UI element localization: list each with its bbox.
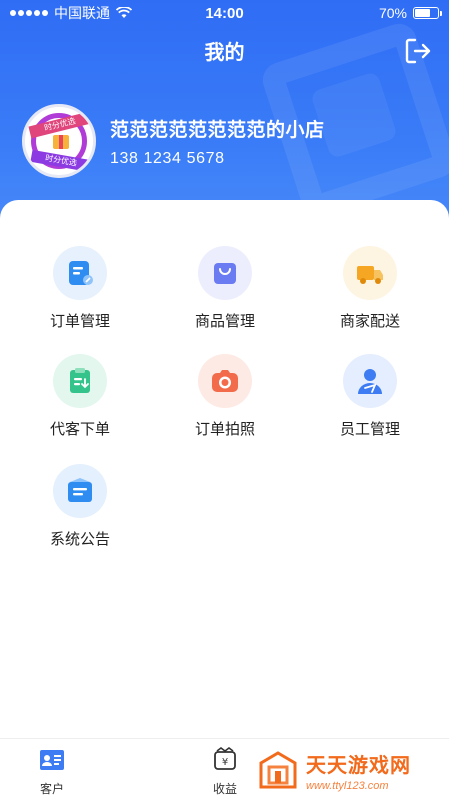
page-title: 我的 bbox=[204, 42, 245, 64]
menu-card: 订单管理 商品管理 商家配送 代客下单 订单拍照 员工管理 系统公告 bbox=[0, 200, 449, 740]
menu-label: 商品管理 bbox=[194, 313, 255, 330]
menu-item-orders[interactable]: 订单管理 bbox=[5, 246, 155, 331]
income-icon: ¥ bbox=[214, 747, 236, 770]
svg-text:¥: ¥ bbox=[222, 757, 228, 768]
clipboard-icon bbox=[53, 354, 107, 408]
menu-item-proxy-order[interactable]: 代客下单 bbox=[5, 354, 155, 439]
announcement-icon bbox=[53, 464, 107, 518]
battery-percent: 70% bbox=[378, 5, 407, 21]
wifi-icon bbox=[116, 7, 132, 18]
menu-label: 代客下单 bbox=[49, 421, 110, 438]
shop-name: 范范范范范范范范的小店 bbox=[110, 119, 325, 141]
menu-label: 订单拍照 bbox=[194, 421, 255, 438]
watermark-title: 天天游戏网 bbox=[306, 754, 411, 777]
bag-icon bbox=[198, 246, 252, 300]
battery-icon bbox=[413, 7, 442, 19]
order-icon bbox=[53, 246, 107, 300]
profile-section[interactable]: 时分优选 时分优选 范范范范范范范范的小店 138 1234 5678 bbox=[22, 104, 325, 178]
signal-icon bbox=[10, 10, 48, 16]
customer-icon bbox=[40, 750, 64, 770]
menu-label: 商家配送 bbox=[339, 313, 400, 330]
camera-icon bbox=[198, 354, 252, 408]
gift-icon bbox=[53, 135, 69, 149]
watermark: 天天游戏网 www.ttyl123.com bbox=[244, 740, 449, 800]
tab-label: 客户 bbox=[39, 782, 64, 796]
avatar[interactable]: 时分优选 时分优选 bbox=[22, 104, 96, 178]
status-bar: 中国联通 14:00 70% bbox=[0, 0, 449, 26]
truck-icon bbox=[343, 246, 397, 300]
menu-item-photo[interactable]: 订单拍照 bbox=[150, 354, 300, 439]
menu-label: 订单管理 bbox=[49, 313, 110, 330]
watermark-url: www.ttyl123.com bbox=[306, 779, 389, 792]
carrier-label: 中国联通 bbox=[54, 5, 110, 21]
menu-item-delivery[interactable]: 商家配送 bbox=[295, 246, 445, 331]
tab-customer[interactable]: 客户 bbox=[2, 739, 102, 800]
logout-button[interactable] bbox=[403, 36, 433, 66]
menu-item-announcement[interactable]: 系统公告 bbox=[5, 464, 155, 549]
watermark-logo-icon bbox=[258, 750, 298, 790]
staff-icon bbox=[343, 354, 397, 408]
logout-icon bbox=[405, 38, 431, 64]
phone-number: 138 1234 5678 bbox=[110, 149, 225, 167]
menu-label: 系统公告 bbox=[49, 531, 110, 548]
menu-label: 员工管理 bbox=[339, 421, 400, 438]
menu-item-products[interactable]: 商品管理 bbox=[150, 246, 300, 331]
menu-item-staff[interactable]: 员工管理 bbox=[295, 354, 445, 439]
